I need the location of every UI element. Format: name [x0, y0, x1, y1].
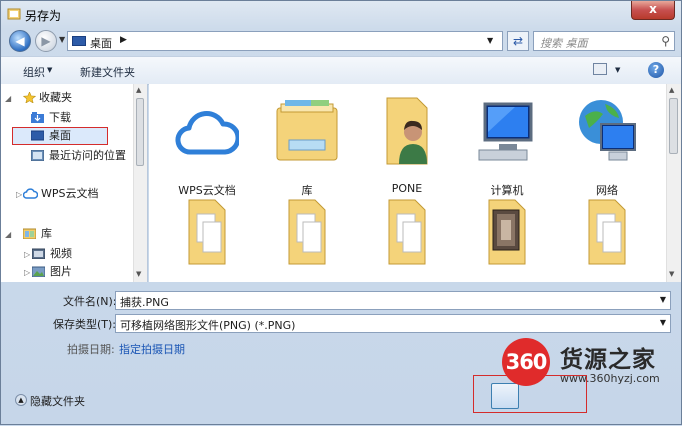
nav-label-downloads: 下载 — [49, 111, 71, 124]
chevron-right-icon[interactable]: ▶ — [120, 35, 127, 45]
nav-label-videos: 视频 — [50, 247, 72, 260]
window-title: 另存为 — [25, 9, 62, 23]
search-placeholder: 搜索 桌面 — [540, 37, 588, 50]
chevron-down-icon[interactable]: ▼ — [47, 66, 52, 74]
collapse-arrow-icon[interactable]: ◢ — [5, 94, 11, 103]
organize-button[interactable]: 组织 — [23, 64, 45, 80]
nav-label-libraries: 库 — [41, 227, 52, 240]
close-button[interactable]: x — [631, 1, 675, 20]
file-item-folder[interactable] — [361, 188, 453, 292]
navigation-pane: ◢ 收藏夹 下载 桌面 最近访问的位置 ▷ WPS云文档 ◢ 库 ▷ 视频 ▷ … — [1, 84, 148, 282]
nav-label-favorites: 收藏夹 — [39, 91, 72, 104]
nav-label-desktop: 桌面 — [49, 129, 71, 142]
address-dropdown-arrow[interactable]: ▼ — [487, 36, 493, 45]
video-library-icon — [32, 248, 45, 259]
specify-date-link[interactable]: 指定拍摄日期 — [119, 341, 185, 357]
expand-arrow-icon[interactable]: ▷ — [24, 250, 30, 259]
file-item-user-folder[interactable]: PONE — [361, 90, 453, 195]
watermark-title: 货源之家 — [560, 347, 656, 373]
nav-scrollbar[interactable]: ▲ ▼ — [133, 84, 147, 282]
desktop-icon — [31, 130, 44, 141]
address-row: ◀ ▶ ▼ 桌面 ▶ ▼ ⇄ 搜索 桌面 ⚲ — [1, 27, 681, 55]
recent-pages-dropdown[interactable]: ▼ — [59, 35, 65, 44]
computer-icon — [478, 102, 533, 161]
star-icon — [23, 92, 36, 103]
file-item-folder[interactable] — [261, 188, 353, 292]
filename-label: 文件名(N): — [63, 295, 117, 308]
chevron-down-icon[interactable]: ▼ — [660, 295, 666, 304]
collapse-arrow-icon[interactable]: ◢ — [5, 230, 11, 239]
search-input[interactable]: 搜索 桌面 ⚲ — [533, 31, 675, 51]
nav-label-wps-cloud: WPS云文档 — [41, 187, 99, 200]
filetype-value[interactable]: 可移植网络图形文件(PNG) (*.PNG) — [120, 317, 295, 333]
scroll-down-icon[interactable]: ▼ — [136, 270, 141, 278]
file-item-photo-folder[interactable] — [461, 188, 553, 292]
download-folder-icon — [31, 112, 44, 123]
expand-arrow-icon[interactable]: ▷ — [24, 268, 30, 277]
filetype-select[interactable]: 可移植网络图形文件(PNG) (*.PNG) ▼ — [115, 314, 671, 333]
forward-arrow-icon: ▶ — [41, 34, 51, 48]
view-options-icon[interactable] — [593, 63, 607, 75]
nav-label-pictures: 图片 — [50, 265, 72, 278]
scroll-up-icon[interactable]: ▲ — [669, 86, 674, 94]
app-icon — [7, 8, 21, 20]
chevron-down-icon[interactable]: ▼ — [660, 318, 666, 327]
address-location[interactable]: 桌面 — [90, 35, 112, 51]
folder-icon — [388, 199, 426, 265]
command-toolbar: 组织 ▼ 新建文件夹 ▼ ? — [1, 56, 681, 85]
watermark-logo: 360 — [502, 338, 550, 386]
file-item-network[interactable]: 网络 — [561, 90, 653, 197]
recent-places-icon — [31, 150, 44, 161]
folder-icon — [188, 199, 226, 265]
folder-icon — [588, 199, 626, 265]
hide-folders-label: 隐藏文件夹 — [30, 395, 85, 408]
photo-folder-icon — [488, 199, 526, 265]
watermark-url: www.360hyzj.com — [560, 372, 660, 385]
filename-value[interactable]: 捕获.PNG — [120, 294, 169, 310]
wps-cloud-icon — [23, 188, 38, 199]
address-bar[interactable]: 桌面 ▶ — [67, 31, 503, 51]
back-arrow-icon: ◀ — [15, 34, 25, 48]
file-item-folder[interactable] — [561, 188, 653, 292]
nav-scroll-thumb[interactable] — [136, 98, 144, 166]
expand-arrow-icon[interactable]: ▷ — [16, 190, 22, 199]
scroll-down-icon[interactable]: ▼ — [669, 270, 674, 278]
filename-field[interactable]: 捕获.PNG ▼ — [115, 291, 671, 310]
filetype-label: 保存类型(T): — [53, 318, 117, 331]
back-button[interactable]: ◀ — [9, 30, 31, 52]
user-folder-icon — [386, 97, 428, 165]
refresh-button[interactable]: ⇄ — [507, 31, 529, 51]
date-label: 拍摄日期: — [67, 343, 115, 356]
file-scrollbar[interactable]: ▲ ▼ — [666, 84, 681, 282]
network-icon — [579, 100, 636, 161]
chevron-down-icon[interactable]: ▼ — [615, 66, 620, 74]
watermark: 360 货源之家 www.360hyzj.com — [502, 338, 672, 392]
file-item-folder[interactable] — [161, 188, 253, 292]
picture-library-icon — [32, 266, 45, 277]
folder-icon — [288, 199, 326, 265]
desktop-icon — [72, 36, 86, 46]
chevron-up-icon: ▲ — [15, 394, 27, 406]
wps-cloud-icon — [175, 111, 239, 155]
file-item-library[interactable]: 库 — [261, 90, 353, 197]
scroll-up-icon[interactable]: ▲ — [136, 86, 141, 94]
file-item-wps-cloud[interactable]: WPS云文档 — [161, 90, 253, 197]
help-icon[interactable]: ? — [648, 62, 664, 78]
forward-button[interactable]: ▶ — [35, 30, 57, 52]
new-folder-button[interactable]: 新建文件夹 — [80, 64, 135, 80]
nav-label-recent: 最近访问的位置 — [49, 149, 126, 162]
file-scroll-thumb[interactable] — [669, 98, 678, 154]
search-icon[interactable]: ⚲ — [661, 34, 670, 48]
title-bar: 另存为 x — [1, 1, 681, 27]
library-icon — [276, 100, 338, 161]
library-icon — [23, 228, 36, 239]
file-list-pane: WPS云文档 库 PONE 计算机 网络 ▲ ▼ — [149, 84, 681, 282]
file-item-computer[interactable]: 计算机 — [461, 90, 553, 197]
